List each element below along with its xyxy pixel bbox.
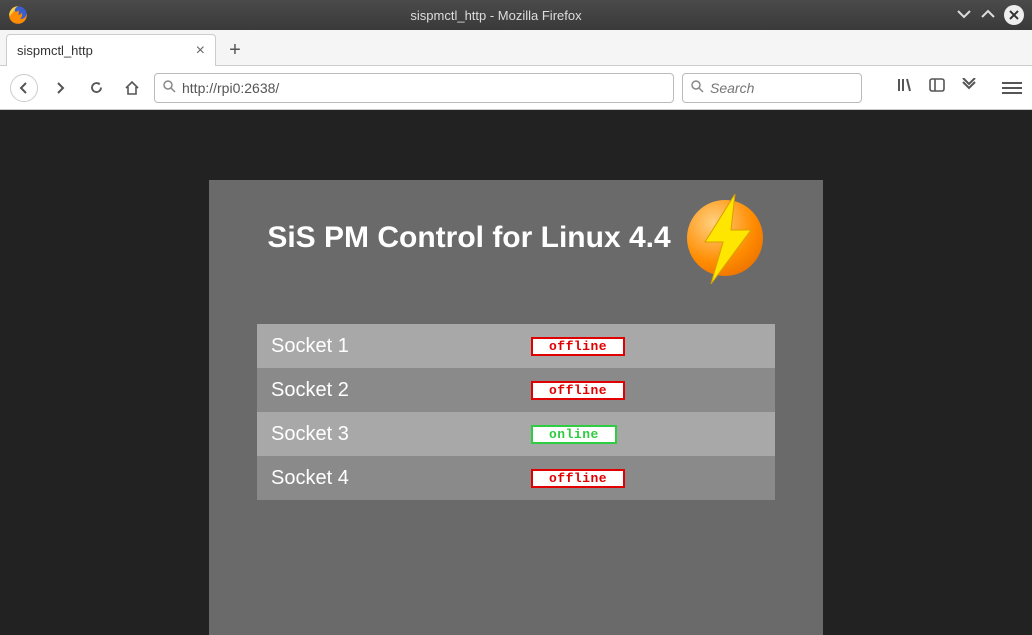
reload-button[interactable]: [82, 74, 110, 102]
menu-icon[interactable]: [1002, 82, 1022, 94]
control-panel: SiS PM Control for Linux 4.4 Socket 1off…: [209, 180, 823, 635]
window-titlebar: sispmctl_http - Mozilla Firefox: [0, 0, 1032, 30]
url-input[interactable]: [182, 80, 665, 96]
socket-label: Socket 1: [271, 335, 531, 358]
status-badge[interactable]: offline: [531, 337, 625, 356]
socket-label: Socket 4: [271, 467, 531, 490]
library-icon[interactable]: [896, 76, 914, 99]
lightning-icon: [685, 198, 765, 278]
status-badge[interactable]: online: [531, 425, 617, 444]
minimize-icon[interactable]: [956, 6, 972, 25]
status-badge[interactable]: offline: [531, 381, 625, 400]
socket-row: Socket 1offline: [257, 324, 775, 368]
tab-close-icon[interactable]: ×: [196, 42, 205, 60]
window-title: sispmctl_http - Mozilla Firefox: [36, 8, 956, 23]
back-button[interactable]: [10, 74, 38, 102]
overflow-icon[interactable]: [960, 78, 978, 97]
close-icon[interactable]: [1004, 5, 1024, 25]
url-bar[interactable]: [154, 73, 674, 103]
tab-strip: sispmctl_http × +: [0, 30, 1032, 66]
browser-tab[interactable]: sispmctl_http ×: [6, 34, 216, 66]
search-icon: [691, 80, 704, 96]
page-title: SiS PM Control for Linux 4.4: [267, 221, 670, 255]
sidebar-icon[interactable]: [928, 76, 946, 99]
new-tab-button[interactable]: +: [220, 35, 250, 65]
socket-list: Socket 1offlineSocket 2offlineSocket 3on…: [209, 308, 823, 526]
firefox-icon: [8, 5, 28, 25]
socket-label: Socket 2: [271, 379, 531, 402]
page-viewport: SiS PM Control for Linux 4.4 Socket 1off…: [0, 110, 1032, 635]
socket-label: Socket 3: [271, 423, 531, 446]
search-input[interactable]: [710, 80, 892, 96]
socket-row: Socket 2offline: [257, 368, 775, 412]
maximize-icon[interactable]: [980, 6, 996, 25]
panel-header: SiS PM Control for Linux 4.4: [209, 180, 823, 308]
home-button[interactable]: [118, 74, 146, 102]
tab-title: sispmctl_http: [17, 43, 196, 58]
search-icon: [163, 80, 176, 96]
search-bar[interactable]: [682, 73, 862, 103]
forward-button[interactable]: [46, 74, 74, 102]
socket-row: Socket 4offline: [257, 456, 775, 500]
nav-toolbar: [0, 66, 1032, 110]
status-badge[interactable]: offline: [531, 469, 625, 488]
socket-row: Socket 3online: [257, 412, 775, 456]
